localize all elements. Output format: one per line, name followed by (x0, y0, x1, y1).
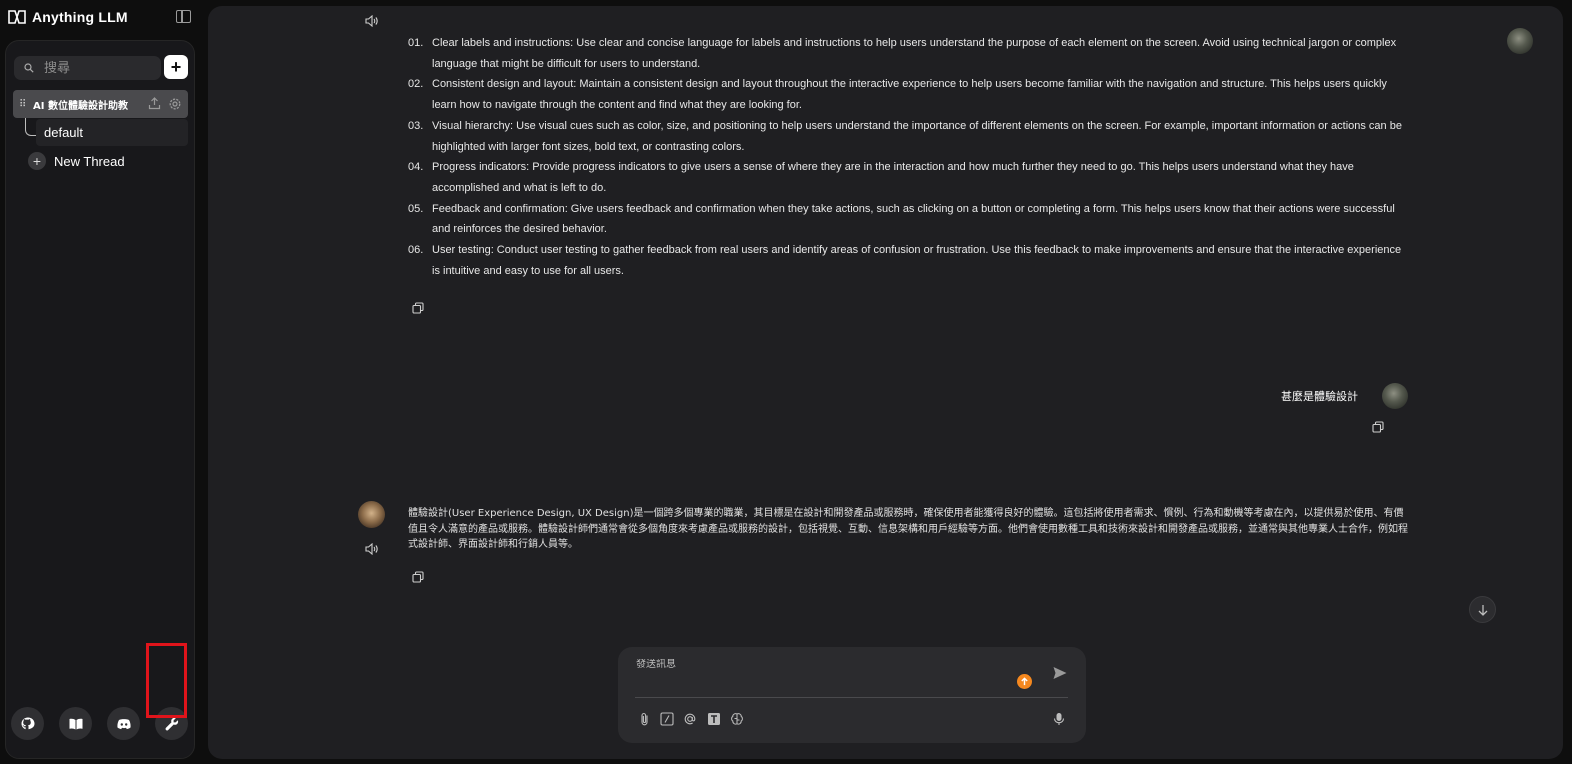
github-icon (21, 717, 34, 729)
list-item: 05. Feedback and confirmation: Give users… (408, 199, 1408, 240)
user-message: 甚麼是體驗設計 (1281, 390, 1358, 403)
copy-icon[interactable] (412, 302, 424, 314)
slash-command-icon[interactable] (660, 712, 674, 726)
docs-button[interactable] (59, 707, 92, 740)
paperclip-icon[interactable] (638, 712, 652, 726)
gear-icon[interactable] (168, 97, 182, 111)
new-thread-button[interactable]: + New Thread (28, 152, 125, 170)
microphone-icon[interactable] (1053, 712, 1065, 726)
list-item: 04. Progress indicators: Provide progress… (408, 157, 1408, 198)
assistant-message-list: 01. Clear labels and instructions: Use cl… (408, 33, 1408, 281)
list-text: Feedback and confirmation: Give users fe… (432, 202, 1395, 236)
highlight-box (146, 643, 187, 718)
list-number: 04. (408, 161, 424, 174)
text-size-icon[interactable] (707, 712, 721, 726)
list-text: User testing: Conduct user testing to ga… (432, 244, 1402, 277)
thread-label: default (44, 125, 84, 140)
brand-logo: Anything LLM (8, 8, 128, 26)
composer-divider (635, 697, 1068, 698)
thread-item-default[interactable]: default (36, 119, 188, 146)
workspace-name: AI 數位體驗設計助教 (33, 100, 128, 112)
drag-handle-icon[interactable]: ⠿ (19, 99, 31, 110)
message-input[interactable] (636, 659, 1016, 670)
upload-icon[interactable] (148, 97, 161, 110)
speaker-icon[interactable] (365, 543, 379, 555)
list-item: 01. Clear labels and instructions: Use cl… (408, 33, 1408, 74)
list-item: 06. User testing: Conduct user testing to… (408, 240, 1408, 281)
search-input[interactable] (44, 60, 144, 76)
list-number: 02. (408, 78, 424, 91)
assistant-avatar (358, 501, 385, 528)
github-button[interactable] (11, 707, 44, 740)
arrow-up-icon (1021, 677, 1028, 686)
user-avatar[interactable] (1507, 28, 1533, 54)
copy-icon[interactable] (412, 571, 424, 583)
user-avatar (1382, 383, 1408, 409)
discord-button[interactable] (107, 707, 140, 740)
brand-name: Anything LLM (32, 9, 128, 25)
logo-icon (8, 10, 26, 24)
list-number: 05. (408, 202, 424, 215)
list-number: 03. (408, 119, 424, 132)
prompt-composer (618, 647, 1086, 743)
assistant-message: 體驗設計(User Experience Design, UX Design)是… (408, 508, 1408, 550)
add-workspace-button[interactable]: + (164, 55, 188, 79)
chat-panel: 01. Clear labels and instructions: Use cl… (208, 6, 1563, 759)
plus-icon: + (28, 152, 46, 170)
search-icon (24, 63, 34, 73)
new-thread-label: New Thread (54, 153, 125, 169)
upload-status-badge[interactable] (1017, 674, 1032, 689)
list-text: Visual hierarchy: Use visual cues such a… (432, 119, 1402, 153)
scroll-down-button[interactable] (1469, 596, 1496, 623)
list-text: Progress indicators: Provide progress in… (432, 161, 1354, 194)
brain-icon[interactable] (730, 712, 744, 726)
book-icon (69, 718, 82, 729)
app-window: Anything LLM + ⠿ AI 數位體驗設計助教 default + N… (0, 0, 1572, 764)
send-button[interactable] (1052, 665, 1068, 681)
list-item: 03. Visual hierarchy: Use visual cues suc… (408, 116, 1408, 157)
sidebar-toggle-icon[interactable] (176, 10, 191, 23)
list-number: 01. (408, 37, 424, 49)
at-mention-icon[interactable] (683, 712, 697, 726)
speaker-icon[interactable] (365, 15, 379, 27)
copy-icon[interactable] (1372, 421, 1384, 433)
list-text: Consistent design and layout: Maintain a… (432, 78, 1387, 112)
arrow-down-icon (1478, 604, 1487, 616)
list-number: 06. (408, 244, 424, 257)
list-text: Clear labels and instructions: Use clear… (432, 37, 1397, 70)
workspace-item[interactable]: ⠿ AI 數位體驗設計助教 (13, 90, 188, 118)
list-item: 02. Consistent design and layout: Maintai… (408, 74, 1408, 115)
discord-icon (116, 718, 131, 729)
search-box[interactable] (14, 56, 161, 80)
